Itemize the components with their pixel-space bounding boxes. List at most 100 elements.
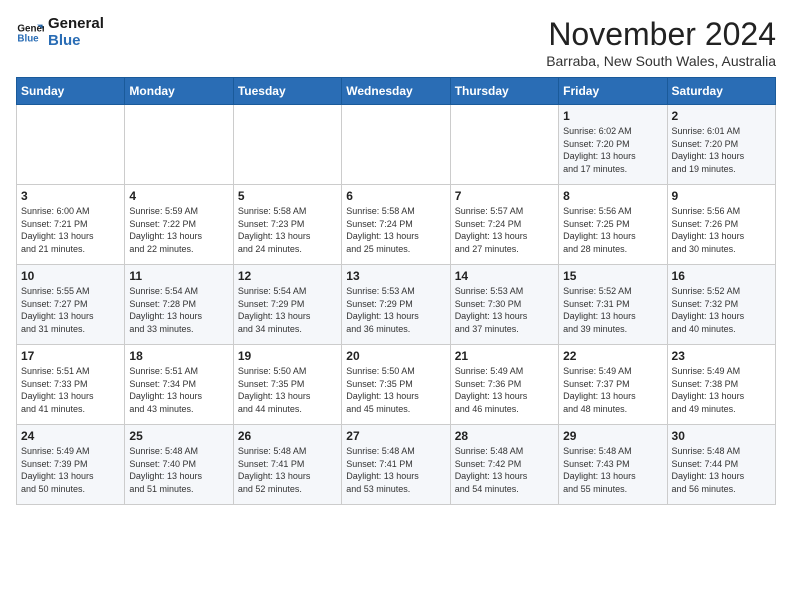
week-row-2: 3Sunrise: 6:00 AM Sunset: 7:21 PM Daylig…	[17, 185, 776, 265]
day-info: Sunrise: 5:48 AM Sunset: 7:43 PM Dayligh…	[563, 445, 662, 495]
day-cell: 15 Sunrise: 5:52 AM Sunset: 7:31 PM Dayli…	[559, 265, 667, 345]
day-cell: 21 Sunrise: 5:49 AM Sunset: 7:36 PM Dayli…	[450, 345, 558, 425]
day-info: Sunrise: 5:58 AM Sunset: 7:24 PM Dayligh…	[346, 205, 445, 255]
day-info: Sunrise: 5:58 AM Sunset: 7:23 PM Dayligh…	[238, 205, 337, 255]
day-cell: 3Sunrise: 6:00 AM Sunset: 7:21 PM Daylig…	[17, 185, 125, 265]
day-cell: 4Sunrise: 5:59 AM Sunset: 7:22 PM Daylig…	[125, 185, 233, 265]
logo: General Blue General Blue	[16, 16, 104, 49]
column-header-thursday: Thursday	[450, 78, 558, 105]
day-info: Sunrise: 5:57 AM Sunset: 7:24 PM Dayligh…	[455, 205, 554, 255]
day-info: Sunrise: 5:56 AM Sunset: 7:25 PM Dayligh…	[563, 205, 662, 255]
day-cell: 19Sunrise: 5:50 AM Sunset: 7:35 PM Dayli…	[233, 345, 341, 425]
day-cell	[342, 105, 450, 185]
day-number: 29	[563, 429, 662, 443]
day-info: Sunrise: 5:49 AM Sunset: 7:36 PM Dayligh…	[455, 365, 554, 415]
column-header-saturday: Saturday	[667, 78, 775, 105]
column-header-monday: Monday	[125, 78, 233, 105]
day-cell: 28 Sunrise: 5:48 AM Sunset: 7:42 PM Dayli…	[450, 425, 558, 505]
day-number: 1	[563, 109, 662, 123]
day-cell: 25Sunrise: 5:48 AM Sunset: 7:40 PM Dayli…	[125, 425, 233, 505]
day-number: 25	[129, 429, 228, 443]
day-info: Sunrise: 5:56 AM Sunset: 7:26 PM Dayligh…	[672, 205, 771, 255]
day-number: 16	[672, 269, 771, 283]
day-cell: 10Sunrise: 5:55 AM Sunset: 7:27 PM Dayli…	[17, 265, 125, 345]
day-cell: 22Sunrise: 5:49 AM Sunset: 7:37 PM Dayli…	[559, 345, 667, 425]
day-number: 24	[21, 429, 120, 443]
day-number: 19	[238, 349, 337, 363]
day-cell	[125, 105, 233, 185]
day-number: 5	[238, 189, 337, 203]
day-number: 20	[346, 349, 445, 363]
day-cell: 16 Sunrise: 5:52 AM Sunset: 7:32 PM Dayli…	[667, 265, 775, 345]
day-info: Sunrise: 5:54 AM Sunset: 7:28 PM Dayligh…	[129, 285, 228, 335]
day-number: 4	[129, 189, 228, 203]
day-cell: 24 Sunrise: 5:49 AM Sunset: 7:39 PM Dayli…	[17, 425, 125, 505]
day-number: 10	[21, 269, 120, 283]
day-cell: 30 Sunrise: 5:48 AM Sunset: 7:44 PM Dayli…	[667, 425, 775, 505]
day-cell: 11 Sunrise: 5:54 AM Sunset: 7:28 PM Dayli…	[125, 265, 233, 345]
day-number: 15	[563, 269, 662, 283]
day-cell: 12Sunrise: 5:54 AM Sunset: 7:29 PM Dayli…	[233, 265, 341, 345]
day-number: 14	[455, 269, 554, 283]
day-number: 21	[455, 349, 554, 363]
day-info: Sunrise: 5:53 AM Sunset: 7:29 PM Dayligh…	[346, 285, 445, 335]
week-row-5: 24 Sunrise: 5:49 AM Sunset: 7:39 PM Dayli…	[17, 425, 776, 505]
column-header-friday: Friday	[559, 78, 667, 105]
day-cell	[233, 105, 341, 185]
day-info: Sunrise: 5:48 AM Sunset: 7:41 PM Dayligh…	[346, 445, 445, 495]
page-header: General Blue General Blue November 2024 …	[16, 16, 776, 69]
week-row-1: 1 Sunrise: 6:02 AM Sunset: 7:20 PM Daylig…	[17, 105, 776, 185]
day-cell: 5 Sunrise: 5:58 AM Sunset: 7:23 PM Daylig…	[233, 185, 341, 265]
day-info: Sunrise: 5:48 AM Sunset: 7:41 PM Dayligh…	[238, 445, 337, 495]
calendar-table: SundayMondayTuesdayWednesdayThursdayFrid…	[16, 77, 776, 505]
day-info: Sunrise: 5:51 AM Sunset: 7:34 PM Dayligh…	[129, 365, 228, 415]
day-cell: 29 Sunrise: 5:48 AM Sunset: 7:43 PM Dayli…	[559, 425, 667, 505]
day-cell: 14Sunrise: 5:53 AM Sunset: 7:30 PM Dayli…	[450, 265, 558, 345]
day-number: 6	[346, 189, 445, 203]
day-cell: 13 Sunrise: 5:53 AM Sunset: 7:29 PM Dayli…	[342, 265, 450, 345]
day-info: Sunrise: 5:49 AM Sunset: 7:39 PM Dayligh…	[21, 445, 120, 495]
day-cell: 20Sunrise: 5:50 AM Sunset: 7:35 PM Dayli…	[342, 345, 450, 425]
day-cell: 6 Sunrise: 5:58 AM Sunset: 7:24 PM Daylig…	[342, 185, 450, 265]
week-row-4: 17 Sunrise: 5:51 AM Sunset: 7:33 PM Dayli…	[17, 345, 776, 425]
day-info: Sunrise: 5:48 AM Sunset: 7:44 PM Dayligh…	[672, 445, 771, 495]
header-row: SundayMondayTuesdayWednesdayThursdayFrid…	[17, 78, 776, 105]
day-number: 30	[672, 429, 771, 443]
day-cell: 17 Sunrise: 5:51 AM Sunset: 7:33 PM Dayli…	[17, 345, 125, 425]
day-cell: 7 Sunrise: 5:57 AM Sunset: 7:24 PM Daylig…	[450, 185, 558, 265]
column-header-tuesday: Tuesday	[233, 78, 341, 105]
day-info: Sunrise: 5:49 AM Sunset: 7:38 PM Dayligh…	[672, 365, 771, 415]
day-info: Sunrise: 5:52 AM Sunset: 7:32 PM Dayligh…	[672, 285, 771, 335]
day-number: 26	[238, 429, 337, 443]
day-number: 11	[129, 269, 228, 283]
title-block: November 2024 Barraba, New South Wales, …	[546, 16, 776, 69]
day-cell: 23Sunrise: 5:49 AM Sunset: 7:38 PM Dayli…	[667, 345, 775, 425]
day-info: Sunrise: 6:01 AM Sunset: 7:20 PM Dayligh…	[672, 125, 771, 175]
logo-icon: General Blue	[16, 19, 44, 47]
day-cell: 18 Sunrise: 5:51 AM Sunset: 7:34 PM Dayli…	[125, 345, 233, 425]
day-cell: 1 Sunrise: 6:02 AM Sunset: 7:20 PM Daylig…	[559, 105, 667, 185]
day-number: 27	[346, 429, 445, 443]
day-info: Sunrise: 5:51 AM Sunset: 7:33 PM Dayligh…	[21, 365, 120, 415]
day-number: 8	[563, 189, 662, 203]
day-number: 2	[672, 109, 771, 123]
day-info: Sunrise: 5:52 AM Sunset: 7:31 PM Dayligh…	[563, 285, 662, 335]
day-number: 7	[455, 189, 554, 203]
day-number: 13	[346, 269, 445, 283]
location-subtitle: Barraba, New South Wales, Australia	[546, 53, 776, 69]
day-cell	[17, 105, 125, 185]
day-info: Sunrise: 6:00 AM Sunset: 7:21 PM Dayligh…	[21, 205, 120, 255]
day-info: Sunrise: 5:48 AM Sunset: 7:42 PM Dayligh…	[455, 445, 554, 495]
day-number: 17	[21, 349, 120, 363]
day-cell: 27 Sunrise: 5:48 AM Sunset: 7:41 PM Dayli…	[342, 425, 450, 505]
week-row-3: 10Sunrise: 5:55 AM Sunset: 7:27 PM Dayli…	[17, 265, 776, 345]
day-cell	[450, 105, 558, 185]
day-info: Sunrise: 6:02 AM Sunset: 7:20 PM Dayligh…	[563, 125, 662, 175]
day-number: 12	[238, 269, 337, 283]
day-number: 28	[455, 429, 554, 443]
day-cell: 2 Sunrise: 6:01 AM Sunset: 7:20 PM Daylig…	[667, 105, 775, 185]
column-header-wednesday: Wednesday	[342, 78, 450, 105]
column-header-sunday: Sunday	[17, 78, 125, 105]
day-number: 18	[129, 349, 228, 363]
day-number: 22	[563, 349, 662, 363]
